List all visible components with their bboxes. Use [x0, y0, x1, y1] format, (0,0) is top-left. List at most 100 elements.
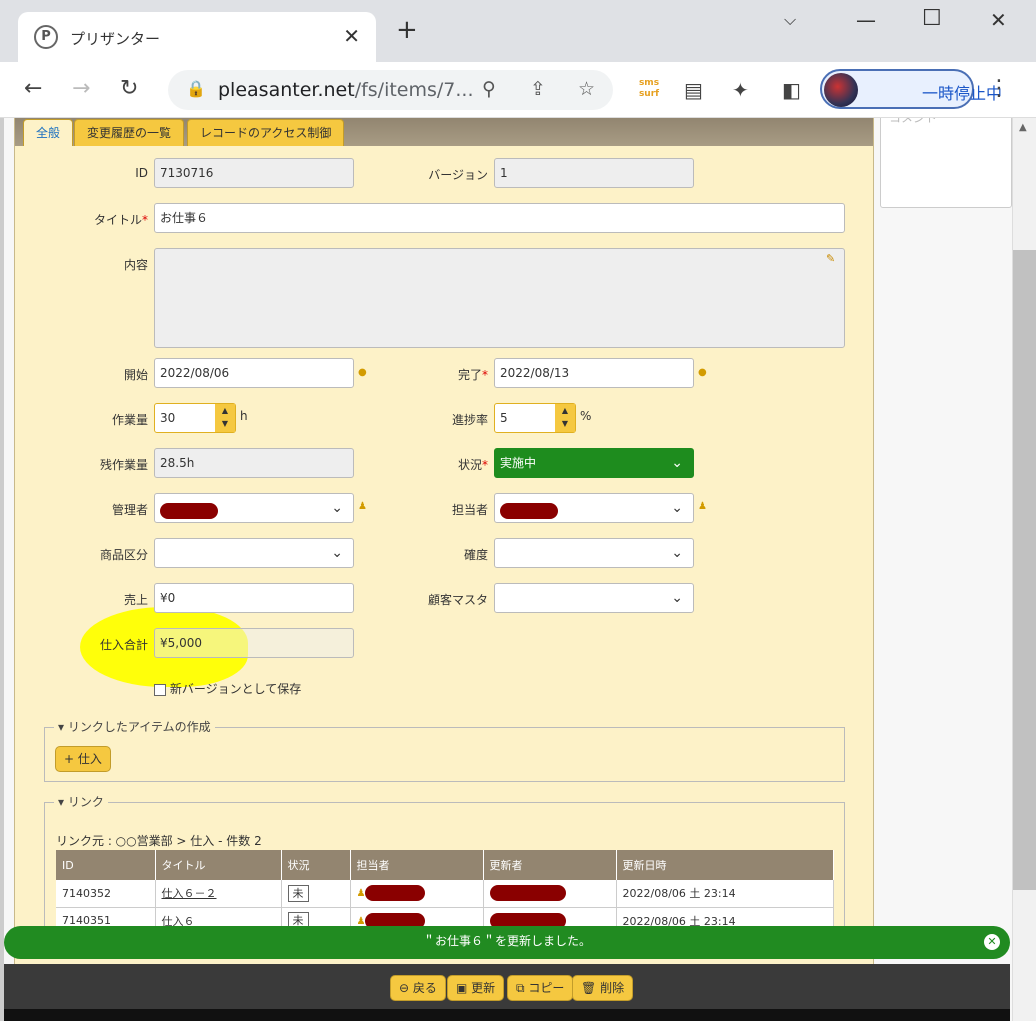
id-field: 7130716 [154, 158, 354, 188]
start-label: 開始 [123, 368, 148, 382]
links-legend[interactable]: ▾ リンク [54, 793, 108, 810]
end-label: 完了* [457, 368, 488, 382]
linked-create-fieldset [44, 727, 845, 782]
purchase-total-label: 仕入合計 [99, 638, 148, 652]
progress-spinner[interactable]: ▲ ▼ [555, 404, 575, 432]
progress-unit: % [580, 409, 592, 423]
forward-icon[interactable]: → [72, 76, 90, 101]
delete-button[interactable]: 🗑 削除 [572, 975, 634, 1001]
browser-toolbar: ← → ↻ 🔒 pleasanter.net/fs/items/7... ⚲ ⇪… [0, 62, 1036, 118]
window-close-icon[interactable]: ✕ [990, 8, 1007, 32]
table-row[interactable]: 7140352 仕入６－２ 未 ♟ 2022/08/06 土 23:14 [56, 880, 834, 908]
tab-access-control[interactable]: レコードのアクセス制御 [187, 119, 345, 146]
avatar [824, 73, 858, 107]
tab-search-icon[interactable]: ⌵ [784, 10, 796, 30]
browser-tab-bar: P プリザンター ✕ + ⌵ — ☐ ✕ [0, 0, 1036, 62]
customer-select[interactable]: ⌄ [494, 583, 694, 613]
user-icon[interactable]: ♟ [698, 501, 707, 512]
links-table: ID タイトル 状況 担当者 更新者 更新日時 7140352 仕入６－２ 未 … [56, 850, 834, 935]
url-text: pleasanter.net/fs/items/7... [218, 79, 474, 101]
scroll-up-icon[interactable]: ▲ [1019, 122, 1027, 133]
save-version-checkbox-row[interactable]: 新バージョンとして保存 [154, 680, 301, 697]
tab-history[interactable]: 変更履歴の一覧 [74, 119, 185, 146]
col-status: 状況 [281, 850, 351, 880]
version-field: 1 [494, 158, 694, 188]
update-button[interactable]: ▣ 更新 [447, 975, 505, 1001]
close-notice-icon[interactable]: ✕ [984, 934, 1000, 950]
customer-label: 顧客マスタ [427, 593, 488, 607]
id-label: ID [135, 166, 148, 180]
edit-pencil-icon[interactable]: ✎ [826, 252, 835, 265]
profile-button[interactable]: 一時停止中 [820, 69, 1002, 109]
checkbox[interactable] [154, 683, 166, 696]
editor-tabs: 全般 変更履歴の一覧 レコードのアクセス制御 [15, 118, 873, 146]
close-tab-icon[interactable]: ✕ [343, 24, 360, 48]
start-date-input[interactable]: 2022/08/06 [154, 358, 354, 388]
certainty-select[interactable]: ⌄ [494, 538, 694, 568]
row-title-link[interactable]: 仕入６－２ [162, 887, 217, 900]
add-purchase-button[interactable]: + 仕入 [55, 746, 111, 772]
title-label: タイトル* [93, 213, 148, 227]
redacted-name [160, 503, 218, 519]
notes-extension-icon[interactable]: ▤ [684, 78, 703, 102]
bookmark-star-icon[interactable]: ☆ [578, 78, 595, 100]
work-label: 作業量 [111, 413, 148, 427]
copy-button[interactable]: ⧉ コピー [507, 975, 574, 1001]
title-input[interactable]: お仕事６ [154, 203, 845, 233]
save-version-label: 新バージョンとして保存 [169, 682, 302, 696]
comment-box[interactable]: コメント [880, 118, 1012, 208]
col-updater: 更新者 [483, 850, 617, 880]
col-owner: 担当者 [350, 850, 484, 880]
linked-create-legend[interactable]: ▾ リンクしたアイテムの作成 [54, 718, 215, 735]
status-badge: 未 [287, 884, 309, 902]
work-spinner[interactable]: ▲ ▼ [215, 404, 235, 432]
lock-icon: 🔒 [186, 79, 206, 98]
reload-icon[interactable]: ↻ [120, 76, 138, 101]
owner-select[interactable]: ⌄ [494, 493, 694, 523]
page-scrollbar[interactable]: ▲ [1012, 118, 1036, 1021]
notice-text: ＂お仕事６＂を更新しました。 [422, 934, 591, 948]
side-panel-icon[interactable]: ◧ [782, 78, 801, 102]
progress-label: 進捗率 [451, 413, 488, 427]
browser-tab[interactable]: P プリザンター ✕ [18, 12, 376, 62]
manager-select[interactable]: ⌄ [154, 493, 354, 523]
product-label: 商品区分 [99, 548, 148, 562]
browser-menu-icon[interactable]: ⋮ [988, 76, 1010, 101]
footer-bar: ⊖ 戻る ▣ 更新 ⧉ コピー 🗑 削除 [4, 964, 1010, 1021]
extensions-puzzle-icon[interactable]: ✦ [732, 78, 749, 102]
work-input[interactable]: 30 ▲ ▼ [154, 403, 236, 433]
sales-input[interactable]: ¥0 [154, 583, 354, 613]
share-icon[interactable]: ⇪ [530, 78, 546, 100]
new-tab-button[interactable]: + [396, 17, 418, 43]
version-label: バージョン [428, 168, 488, 182]
progress-input[interactable]: 5 ▲ ▼ [494, 403, 576, 433]
product-select[interactable]: ⌄ [154, 538, 354, 568]
chevron-down-icon: ⌄ [331, 500, 343, 516]
page-content: コメント 全般 変更履歴の一覧 レコードのアクセス制御 ID 7130716 バ… [0, 118, 1036, 1021]
remaining-label: 残作業量 [99, 458, 148, 472]
chevron-down-icon: ⌄ [671, 500, 683, 516]
col-id: ID [56, 850, 156, 880]
maximize-icon[interactable]: ☐ [922, 6, 942, 31]
zoom-icon[interactable]: ⚲ [482, 78, 496, 100]
status-select[interactable]: 実施中 ⌄ [494, 448, 694, 478]
col-title: タイトル [155, 850, 282, 880]
table-header-row: ID タイトル 状況 担当者 更新者 更新日時 [56, 850, 834, 880]
left-strip [0, 118, 4, 1021]
end-date-input[interactable]: 2022/08/13 [494, 358, 694, 388]
back-button[interactable]: ⊖ 戻る [390, 975, 446, 1001]
redacted-name [500, 503, 558, 519]
content-textarea[interactable] [154, 248, 845, 348]
smsurf-extension-icon[interactable]: sms surf [636, 78, 662, 102]
minimize-icon[interactable]: — [856, 8, 876, 32]
scroll-thumb[interactable] [1013, 250, 1036, 890]
manager-label: 管理者 [111, 503, 148, 517]
links-caption: リンク元 : ○○営業部 > 仕入 - 件数 2 [56, 834, 262, 848]
update-notice-banner: ＂お仕事６＂を更新しました。 ✕ [4, 926, 1010, 959]
tab-title: プリザンター [70, 30, 161, 48]
back-icon[interactable]: ← [24, 76, 42, 101]
tab-general[interactable]: 全般 [23, 119, 74, 146]
address-bar[interactable]: 🔒 pleasanter.net/fs/items/7... ⚲ ⇪ ☆ [168, 70, 613, 110]
copyright-strip [4, 1009, 1010, 1021]
clock-icon[interactable]: ● [698, 367, 707, 378]
